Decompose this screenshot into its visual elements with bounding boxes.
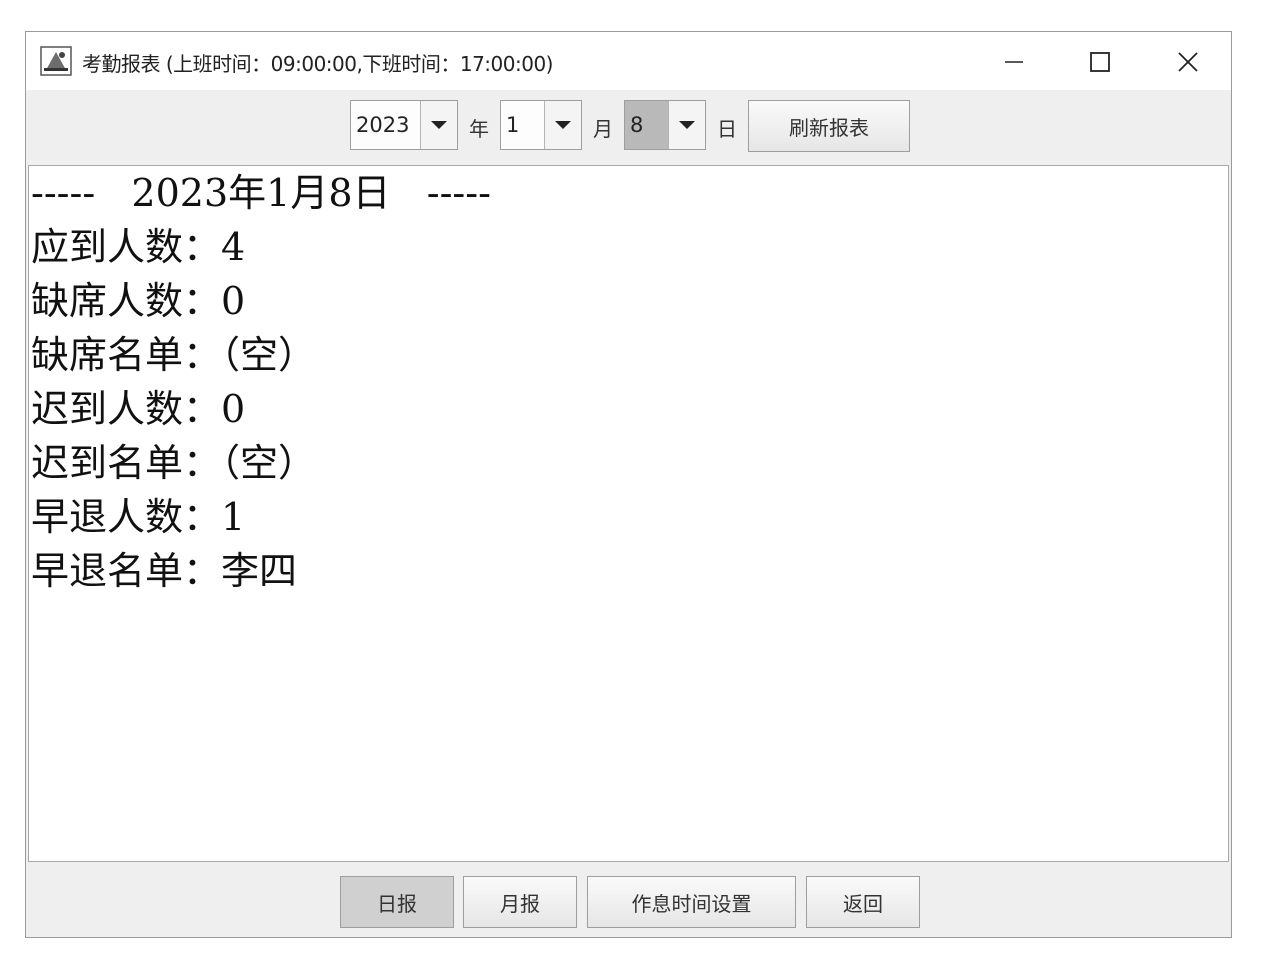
minimize-icon — [1005, 61, 1023, 63]
report-line-early-leave-list: 早退名单：李四 — [31, 549, 298, 593]
maximize-button[interactable] — [1072, 42, 1128, 82]
report-date-header: ----- 2023年1月8日 ----- — [31, 171, 491, 215]
report-line-late-list: 迟到名单：（空） — [31, 441, 317, 485]
chevron-down-icon — [431, 121, 447, 129]
maximize-icon — [1090, 52, 1110, 72]
report-line-late-count: 迟到人数：0 — [31, 387, 246, 431]
report-type-footer: 日报 月报 作息时间设置 返回 — [26, 864, 1231, 937]
report-text-area[interactable]: ----- 2023年1月8日 ----- 应到人数：4 缺席人数：0 缺席名单… — [28, 165, 1229, 862]
date-toolbar: 2023 年 1 月 8 日 刷新报表 — [26, 90, 1231, 164]
report-line-early-leave-count: 早退人数：1 — [31, 495, 246, 539]
day-select[interactable]: 8 — [624, 100, 706, 150]
close-button[interactable] — [1160, 42, 1216, 82]
chevron-down-icon — [555, 121, 571, 129]
day-unit-label: 日 — [717, 117, 737, 141]
chevron-down-icon — [679, 121, 695, 129]
year-dropdown-arrow[interactable] — [420, 101, 457, 149]
refresh-report-button[interactable]: 刷新报表 — [748, 100, 910, 152]
report-line-expected-count: 应到人数：4 — [31, 225, 246, 269]
schedule-settings-button[interactable]: 作息时间设置 — [587, 876, 796, 928]
monthly-report-button[interactable]: 月报 — [463, 876, 577, 928]
month-unit-label: 月 — [593, 117, 613, 141]
year-unit-label: 年 — [469, 117, 489, 141]
title-bar[interactable]: 考勤报表 (上班时间：09:00:00,下班时间：17:00:00) — [26, 32, 1231, 90]
daily-report-button[interactable]: 日报 — [340, 876, 454, 928]
month-select[interactable]: 1 — [500, 100, 582, 150]
year-select[interactable]: 2023 — [350, 100, 458, 150]
close-icon — [1178, 52, 1198, 72]
window-title: 考勤报表 (上班时间：09:00:00,下班时间：17:00:00) — [82, 52, 553, 76]
back-button[interactable]: 返回 — [806, 876, 920, 928]
report-window: 考勤报表 (上班时间：09:00:00,下班时间：17:00:00) 2023 — [25, 31, 1232, 938]
minimize-button[interactable] — [986, 42, 1042, 82]
year-select-value: 2023 — [356, 113, 410, 137]
report-line-absent-count: 缺席人数：0 — [31, 279, 246, 323]
day-select-value: 8 — [625, 101, 668, 149]
month-dropdown-arrow[interactable] — [544, 101, 581, 149]
month-select-value: 1 — [506, 113, 520, 137]
java-app-icon — [40, 46, 72, 76]
day-dropdown-arrow[interactable] — [668, 101, 705, 149]
report-line-absent-list: 缺席名单：（空） — [31, 333, 317, 377]
